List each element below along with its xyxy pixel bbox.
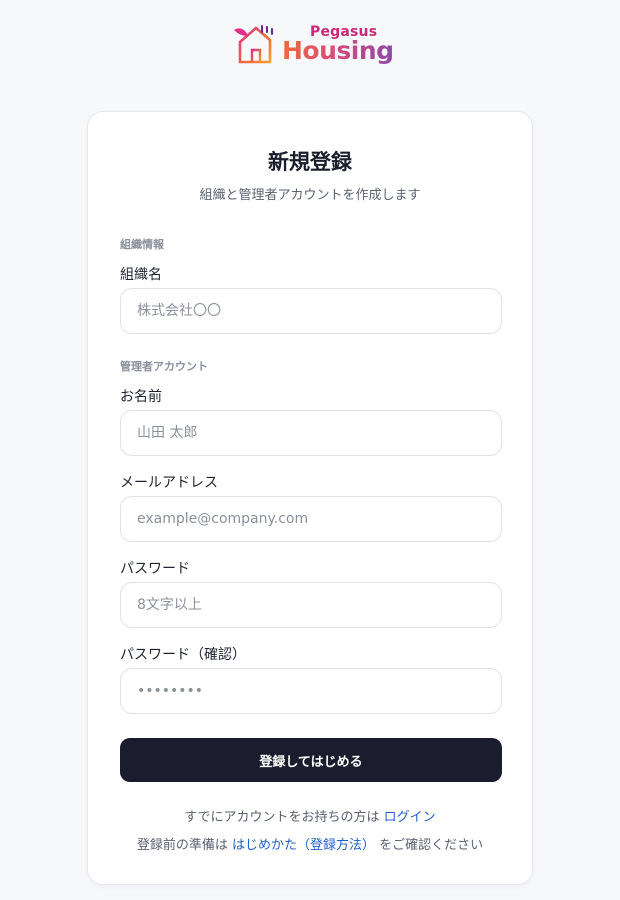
section-heading-admin: 管理者アカウント	[120, 360, 208, 373]
login-link[interactable]: ログイン	[384, 810, 436, 825]
name-label: お名前	[120, 389, 162, 405]
house-with-wings-icon	[234, 25, 273, 64]
password-confirm-input[interactable]	[120, 668, 502, 714]
page-subtitle: 組織と管理者アカウントを作成します	[199, 188, 421, 203]
email-label: メールアドレス	[120, 475, 218, 491]
guide-prompt-line: 登録前の準備は はじめかた（登録方法） をご確認ください	[88, 834, 532, 853]
page-title: 新規登録	[268, 150, 352, 174]
register-submit-button[interactable]: 登録してはじめる	[120, 738, 502, 782]
login-prompt-line: すでにアカウントをお持ちの方は ログイン	[88, 806, 532, 825]
guide-suffix-text: をご確認ください	[379, 838, 484, 853]
password-input[interactable]	[120, 582, 502, 628]
org-name-input[interactable]	[120, 288, 502, 334]
password-confirm-label: パスワード（確認）	[120, 647, 246, 663]
brand-logo: Pegasus Housing	[230, 20, 394, 70]
email-input[interactable]	[120, 496, 502, 542]
org-name-label: 組織名	[120, 267, 162, 283]
guide-prompt-text: 登録前の準備は	[136, 838, 228, 853]
guide-link[interactable]: はじめかた（登録方法）	[232, 838, 375, 853]
section-heading-organization: 組織情報	[120, 238, 164, 251]
name-input[interactable]	[120, 410, 502, 456]
signup-card: 新規登録 組織と管理者アカウントを作成します 組織情報 組織名 管理者アカウント…	[87, 111, 533, 885]
password-label: パスワード	[120, 561, 190, 577]
login-prompt-text: すでにアカウントをお持ちの方は	[184, 810, 380, 825]
brand-name: Housing	[282, 36, 394, 65]
